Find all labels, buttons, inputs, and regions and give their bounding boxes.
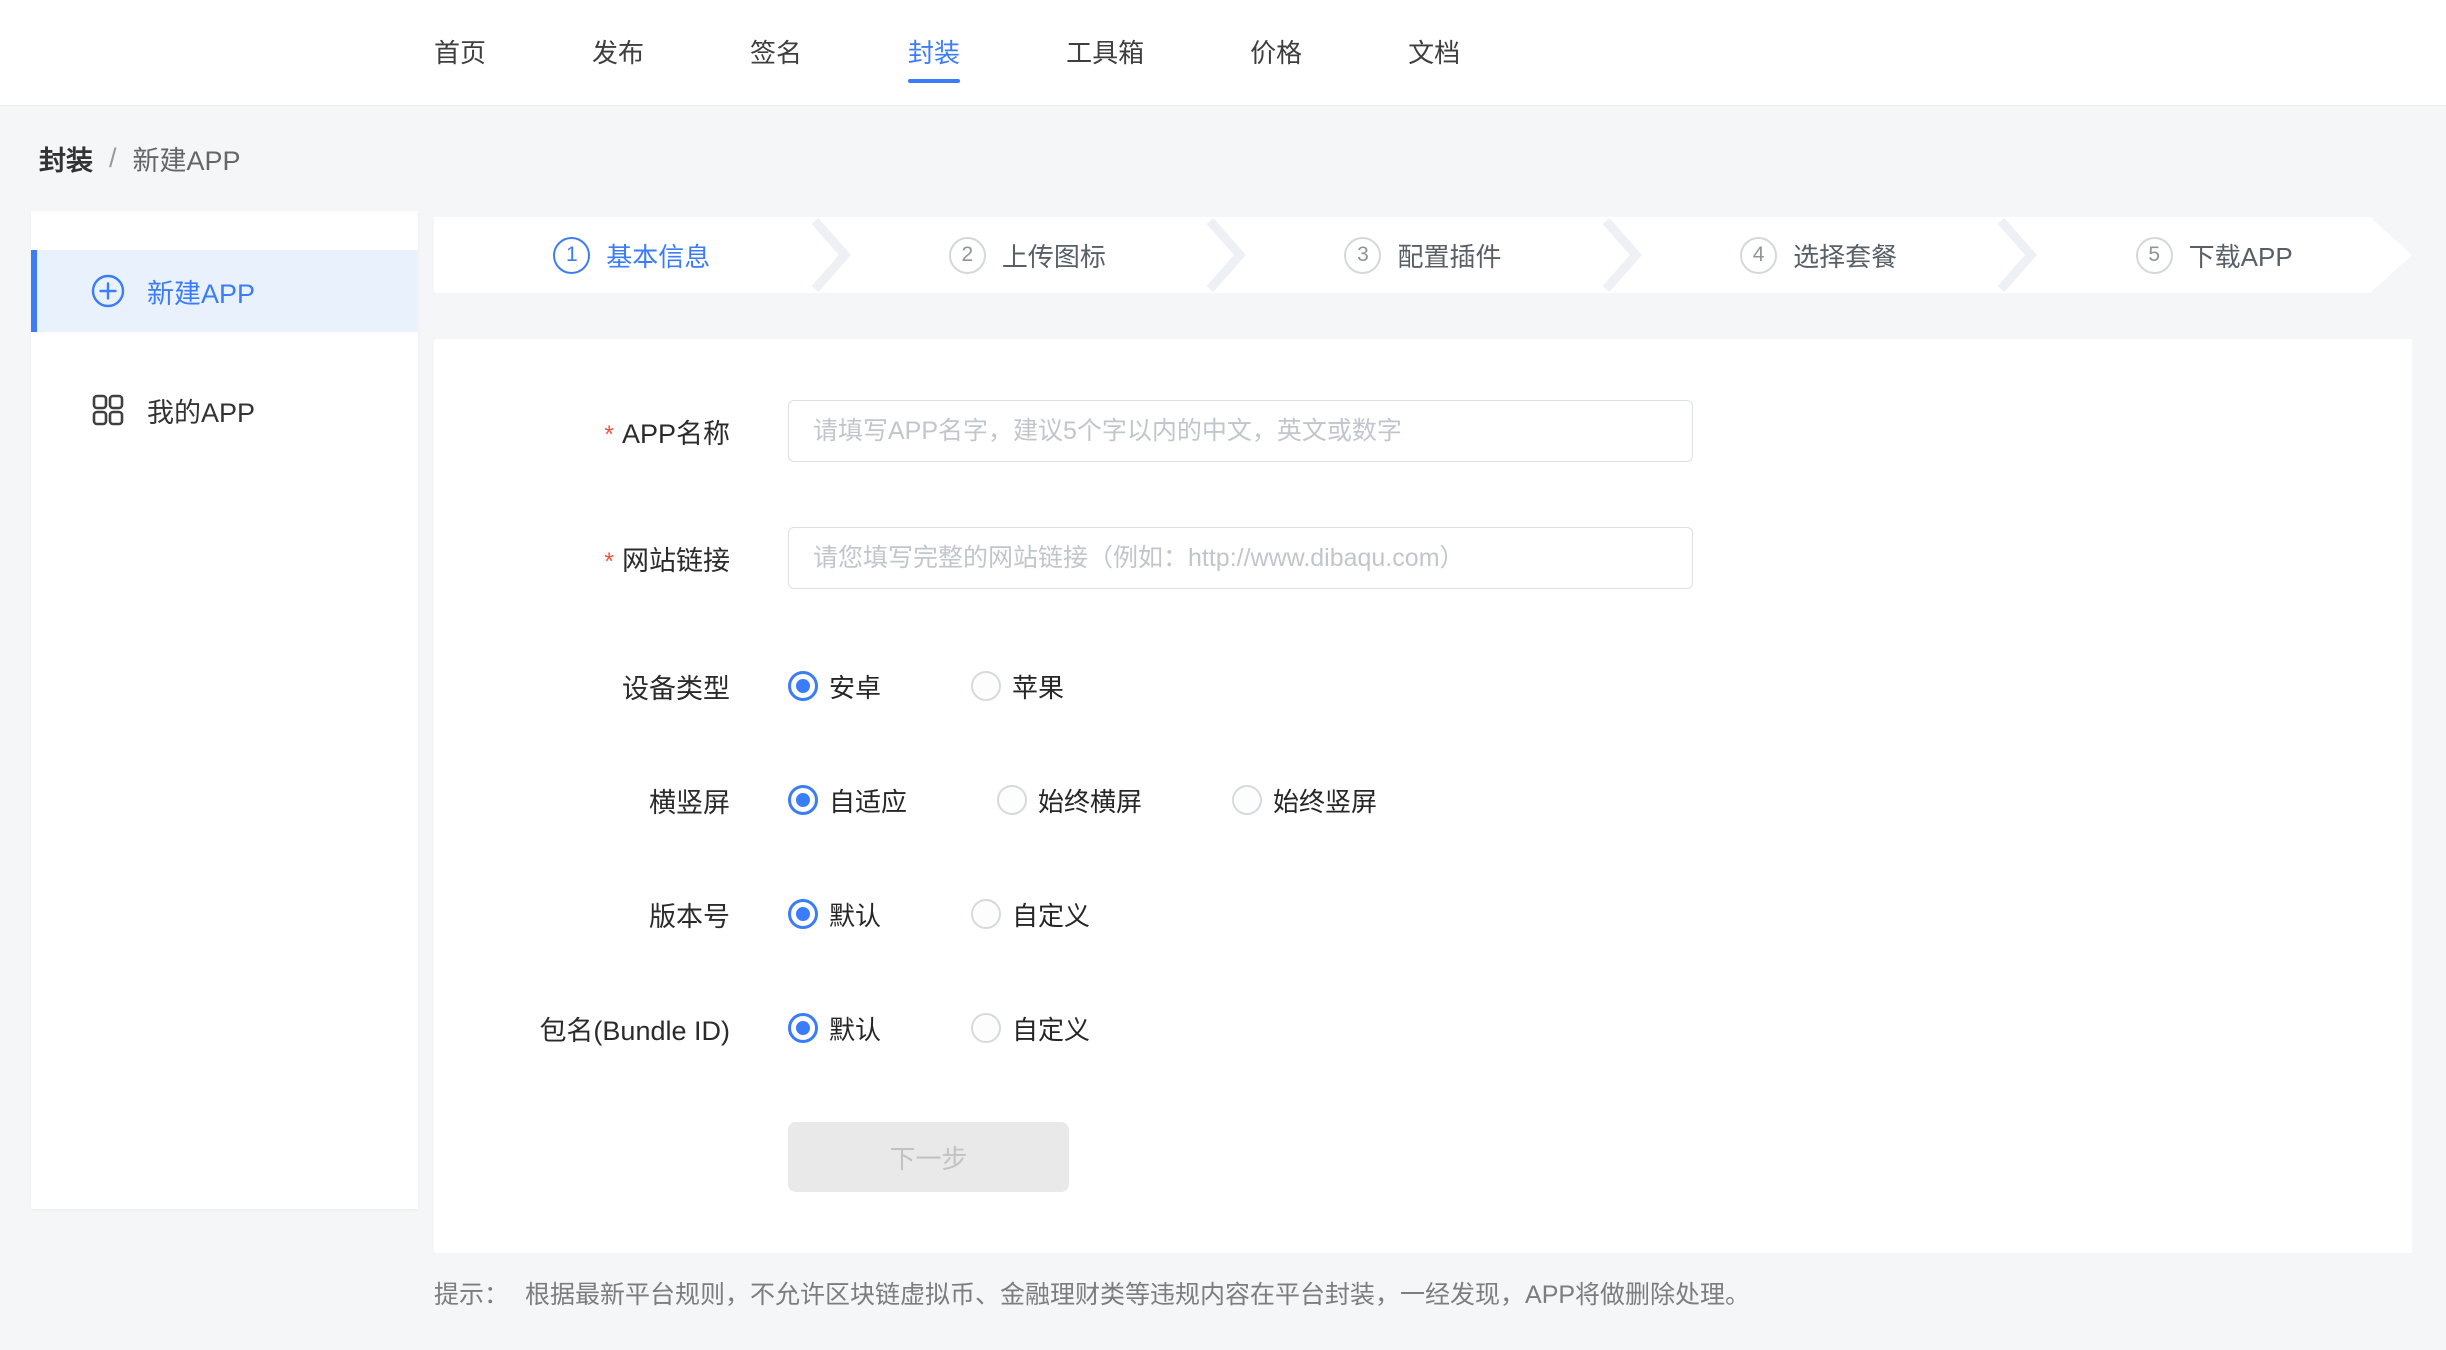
required-marker: * [604,421,614,449]
basic-info-form: *APP名称 *网站链接 设备类型 安卓 苹果 [434,339,2412,1253]
nav-item-docs[interactable]: 文档 [1408,35,1460,71]
radio-unselected-icon [971,671,1001,701]
tip-prefix: 提示： [434,1275,509,1311]
nav-item-sign[interactable]: 签名 [750,35,802,71]
step-number-badge: 3 [1344,237,1381,274]
sidebar-item-my-apps[interactable]: 我的APP [31,369,418,451]
top-navbar: 首页 发布 签名 封装 工具箱 价格 文档 [0,0,2446,106]
step-download-app[interactable]: 5 下载APP [2016,217,2412,293]
step-wizard: 1 基本信息 2 上传图标 3 配置插件 4 选择套餐 5 下载APP [434,217,2412,293]
main-column: 1 基本信息 2 上传图标 3 配置插件 4 选择套餐 5 下载APP [434,211,2412,1311]
step-choose-plan[interactable]: 4 选择套餐 [1621,217,2017,293]
sidebar: 新建APP 我的APP [31,211,418,1209]
button-row: 下一步 [434,1122,2412,1192]
field-label: 版本号 [434,895,788,934]
sidebar-item-new-app[interactable]: 新建APP [31,250,418,332]
field-label: *网站链接 [434,539,788,578]
nav-item-toolbox[interactable]: 工具箱 [1066,35,1144,71]
step-number-badge: 5 [2136,237,2173,274]
radio-unselected-icon [997,785,1027,815]
sidebar-item-label: 我的APP [147,391,255,430]
breadcrumb-separator: / [109,143,117,174]
plus-circle-icon [91,274,125,308]
step-configure-plugins[interactable]: 3 配置插件 [1225,217,1621,293]
radio-bundle-custom[interactable]: 自定义 [971,1010,1090,1047]
radio-selected-icon [788,1013,818,1043]
step-number-badge: 2 [949,237,986,274]
form-row-site-url: *网站链接 [434,527,2412,589]
radio-always-landscape[interactable]: 始终横屏 [997,782,1142,819]
radio-unselected-icon [1232,785,1262,815]
field-label: *APP名称 [434,412,788,451]
tip-text: 根据最新平台规则，不允许区块链虚拟币、金融理财类等违规内容在平台封装，一经发现，… [525,1275,1750,1311]
step-basic-info[interactable]: 1 基本信息 [434,217,830,293]
radio-unselected-icon [971,899,1001,929]
step-number-badge: 4 [1740,237,1777,274]
breadcrumb-parent[interactable]: 封装 [39,139,93,178]
radio-apple[interactable]: 苹果 [971,668,1064,705]
site-url-input[interactable] [788,527,1693,589]
field-label: 设备类型 [434,667,788,706]
breadcrumb: 封装 / 新建APP [0,106,2446,211]
form-row-device-type: 设备类型 安卓 苹果 [434,666,2412,706]
field-label: 横竖屏 [434,781,788,820]
radio-unselected-icon [971,1013,1001,1043]
platform-rule-tip: 提示： 根据最新平台规则，不允许区块链虚拟币、金融理财类等违规内容在平台封装，一… [434,1275,2412,1311]
form-row-orientation: 横竖屏 自适应 始终横屏 始终竖屏 [434,780,2412,820]
content-area: 新建APP 我的APP 1 基本信息 2 [0,211,2446,1311]
next-step-button[interactable]: 下一步 [788,1122,1069,1192]
radio-selected-icon [788,785,818,815]
form-row-app-name: *APP名称 [434,400,2412,462]
step-label: 基本信息 [606,237,710,274]
step-label: 配置插件 [1397,237,1501,274]
radio-bundle-default[interactable]: 默认 [788,1010,881,1047]
step-number-badge: 1 [553,237,590,274]
step-label: 下载APP [2189,237,2293,274]
grid-icon [91,393,125,427]
radio-adaptive[interactable]: 自适应 [788,782,907,819]
nav-item-pricing[interactable]: 价格 [1250,35,1302,71]
radio-android[interactable]: 安卓 [788,668,881,705]
app-name-input[interactable] [788,400,1693,462]
nav-item-home[interactable]: 首页 [434,35,486,71]
step-upload-icon[interactable]: 2 上传图标 [830,217,1226,293]
nav-item-package[interactable]: 封装 [908,35,960,71]
radio-selected-icon [788,899,818,929]
form-row-bundle-id: 包名(Bundle ID) 默认 自定义 [434,1008,2412,1048]
radio-version-default[interactable]: 默认 [788,896,881,933]
radio-version-custom[interactable]: 自定义 [971,896,1090,933]
required-marker: * [604,548,614,576]
breadcrumb-current: 新建APP [133,139,241,178]
form-row-version: 版本号 默认 自定义 [434,894,2412,934]
nav-item-publish[interactable]: 发布 [592,35,644,71]
step-label: 上传图标 [1002,237,1106,274]
radio-selected-icon [788,671,818,701]
field-label: 包名(Bundle ID) [434,1009,788,1048]
step-label: 选择套餐 [1793,237,1897,274]
sidebar-item-label: 新建APP [147,272,255,311]
radio-always-portrait[interactable]: 始终竖屏 [1232,782,1377,819]
